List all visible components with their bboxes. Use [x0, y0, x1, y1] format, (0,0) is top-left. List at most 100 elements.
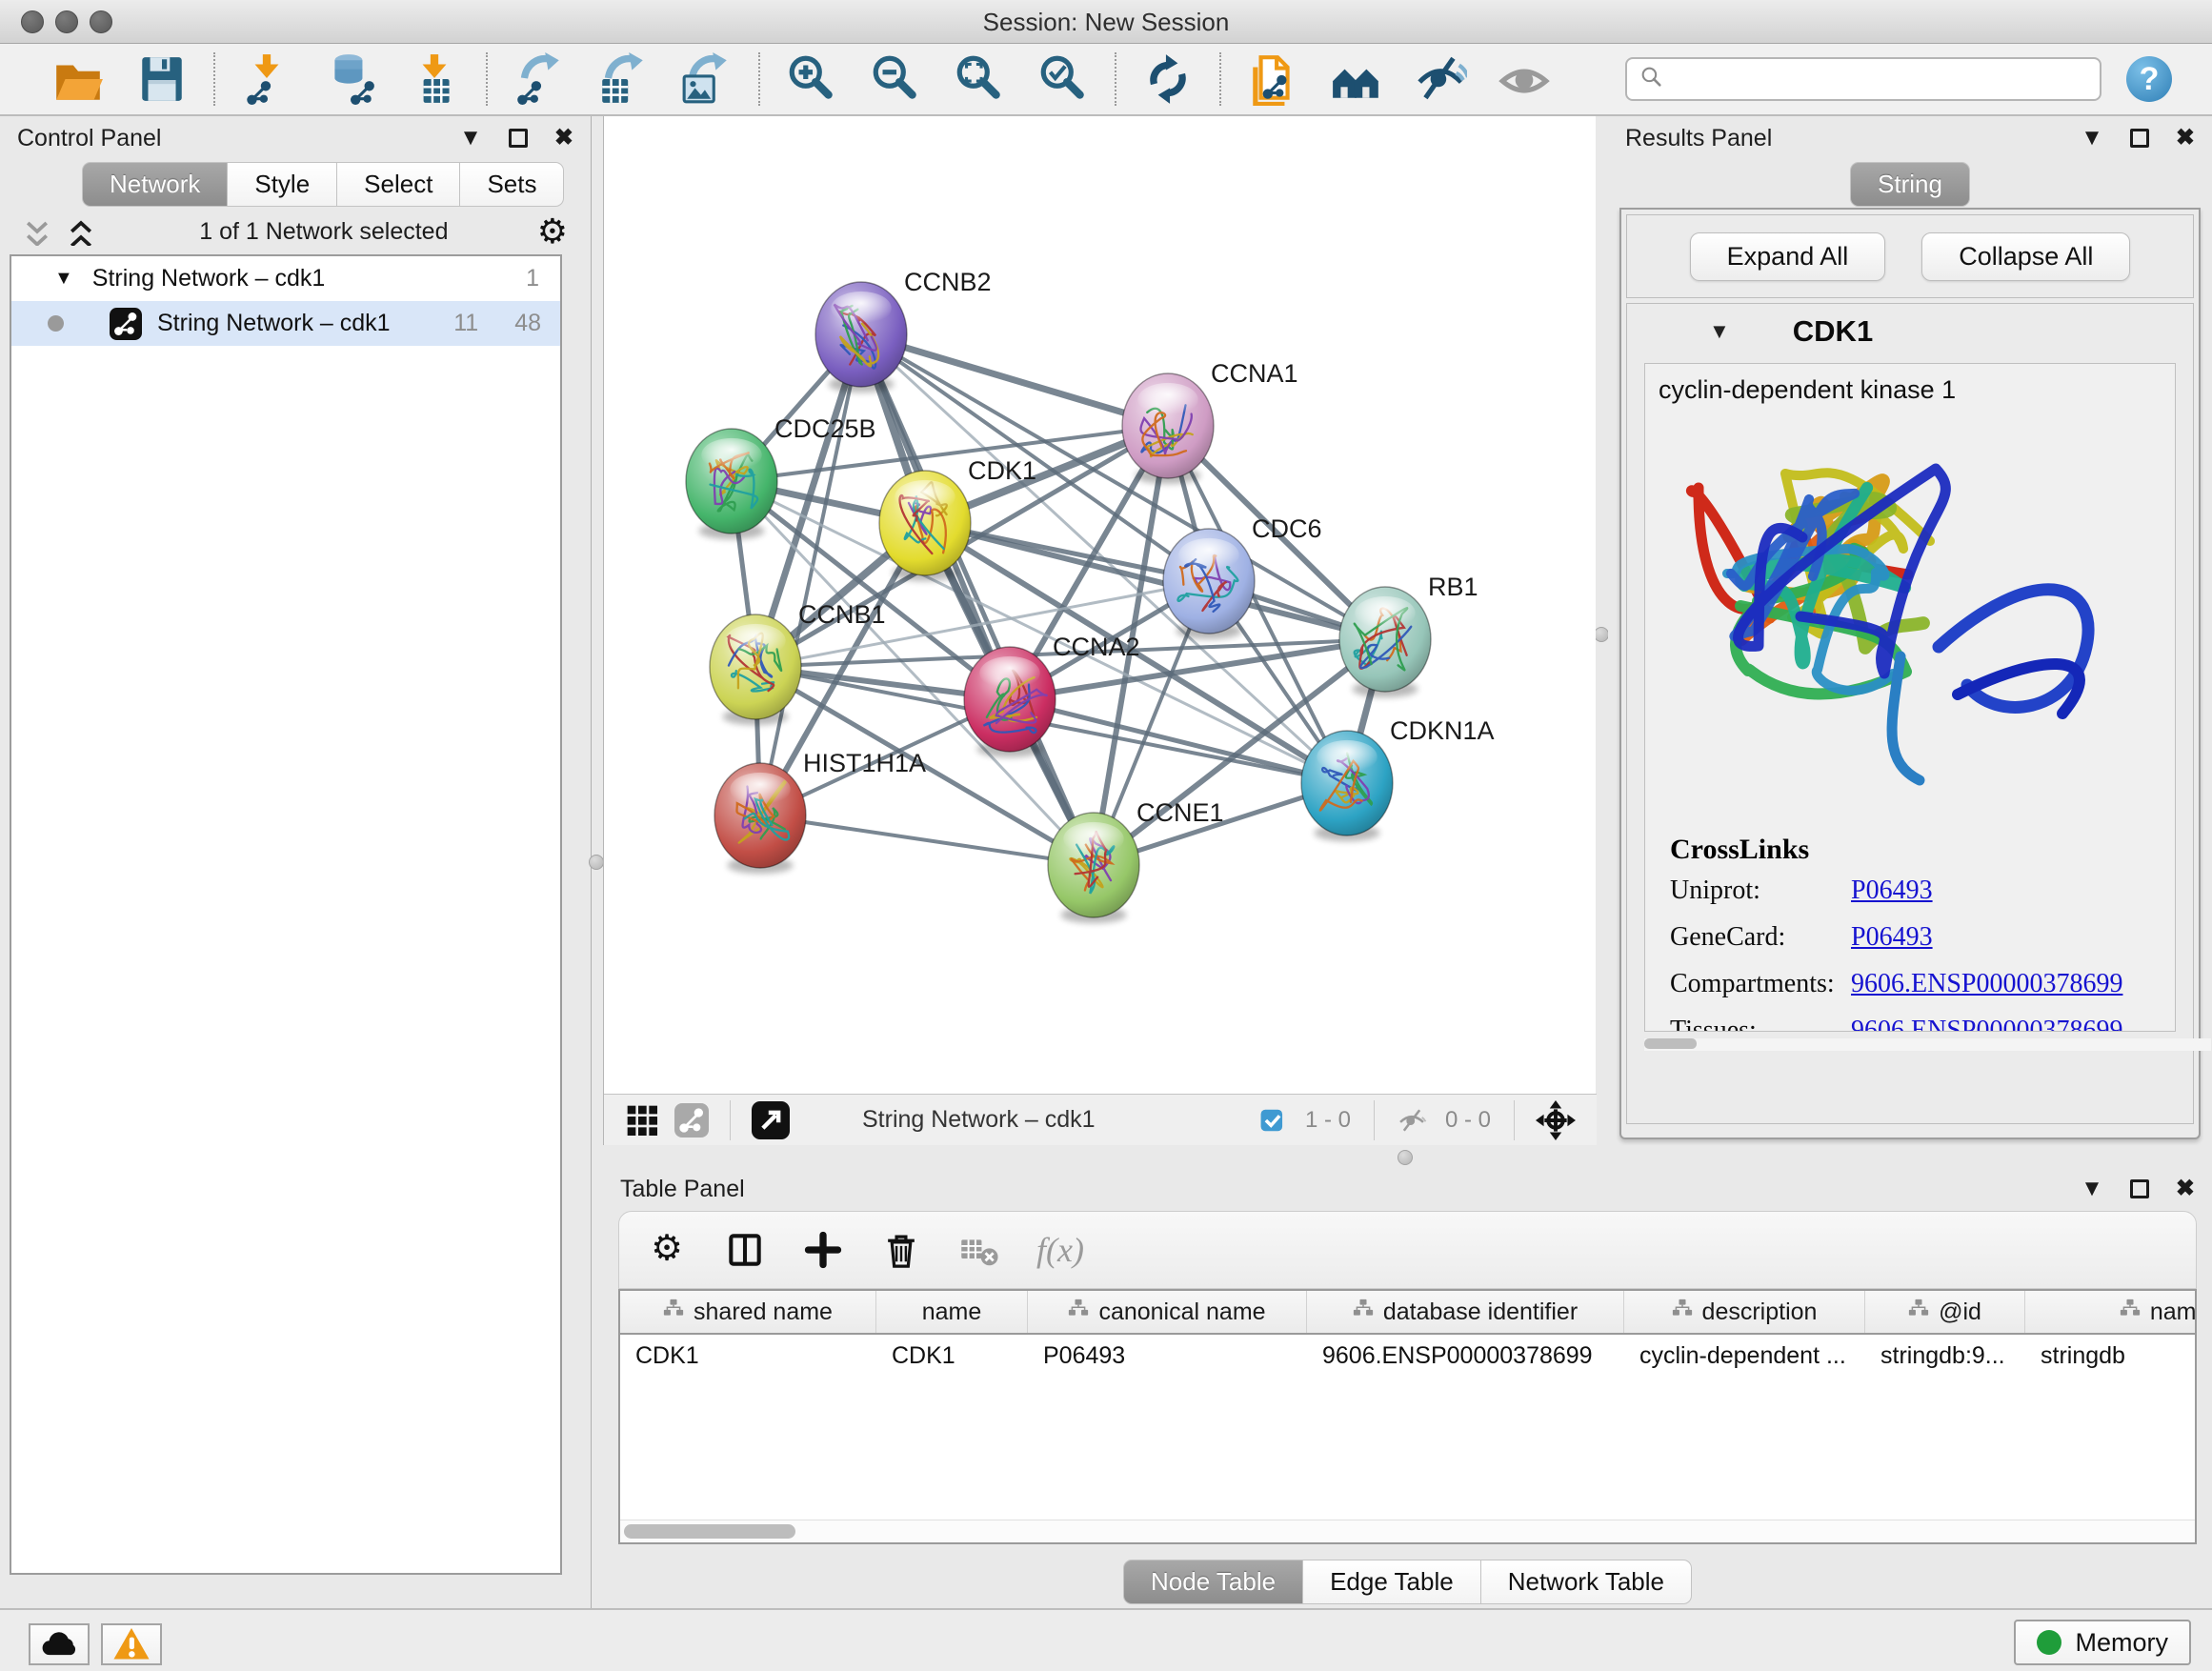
panel-menu-icon[interactable]: ▼ — [459, 127, 482, 150]
tab-node-table[interactable]: Node Table — [1123, 1560, 1303, 1604]
network-collection-row[interactable]: ▼ String Network – cdk1 1 — [11, 256, 560, 301]
export-network-button[interactable] — [497, 49, 581, 110]
help-button[interactable]: ? — [2126, 56, 2172, 102]
table-cell[interactable]: stringdb:9... — [1865, 1335, 2025, 1378]
table-cell[interactable]: cyclin-dependent ... — [1624, 1335, 1865, 1378]
tab-style[interactable]: Style — [228, 162, 337, 207]
left-splitter[interactable] — [592, 116, 603, 1608]
edge-CCNB2-HIST1H1A[interactable] — [760, 334, 861, 815]
node-CDC6[interactable]: CDC6 — [1163, 514, 1322, 639]
panel-menu-icon[interactable]: ▼ — [2081, 1178, 2103, 1200]
network-options-gear-icon[interactable]: ⚙ — [537, 214, 568, 249]
network-canvas[interactable]: CCNB2 CCNA1 CDC25B CDK1 CDC6 RB1 CCNB1 — [604, 116, 1597, 1094]
tab-sets[interactable]: Sets — [460, 162, 564, 207]
export-table-button[interactable] — [581, 49, 665, 110]
table-row[interactable]: CDK1CDK1P064939606.ENSP00000378699cyclin… — [620, 1335, 2195, 1378]
table-cell[interactable]: CDK1 — [876, 1335, 1028, 1378]
column-header-@id[interactable]: @id — [1865, 1291, 2025, 1333]
column-header-namespace[interactable]: namespace — [2025, 1291, 2197, 1333]
group-nodes-button[interactable] — [1315, 49, 1398, 110]
search-input[interactable] — [1673, 65, 2088, 93]
warning-button[interactable] — [101, 1623, 162, 1665]
open-file-button[interactable] — [36, 49, 120, 110]
split-columns-icon[interactable] — [724, 1229, 766, 1271]
column-header-description[interactable]: description — [1624, 1291, 1865, 1333]
panel-close-icon[interactable]: ✖ — [2176, 127, 2195, 150]
detach-view-icon[interactable] — [752, 1101, 790, 1139]
collapse-all-icon[interactable] — [23, 217, 51, 246]
tab-select[interactable]: Select — [337, 162, 460, 207]
node-RB1[interactable]: RB1 — [1339, 573, 1478, 697]
birdseye-view-icon[interactable] — [674, 1103, 709, 1137]
panel-float-icon[interactable] — [509, 129, 528, 148]
tab-string[interactable]: String — [1850, 162, 1970, 207]
table-cell[interactable]: CDK1 — [620, 1335, 876, 1378]
gear-icon[interactable]: ⚙ — [646, 1229, 688, 1271]
tab-network[interactable]: Network — [82, 162, 228, 207]
zoom-selected-icon — [1036, 52, 1090, 106]
node-HIST1H1A[interactable]: HIST1H1A — [714, 749, 926, 874]
trash-icon[interactable] — [880, 1229, 922, 1271]
column-header-database-identifier[interactable]: database identifier — [1307, 1291, 1624, 1333]
export-image-button[interactable] — [665, 49, 749, 110]
column-header-shared-name[interactable]: shared name — [620, 1291, 876, 1333]
edge-CCNB2-CCNA1[interactable] — [861, 334, 1168, 426]
table-cell[interactable]: stringdb — [2025, 1335, 2197, 1378]
expand-all-icon[interactable] — [67, 217, 95, 246]
table-cell[interactable]: P06493 — [1028, 1335, 1307, 1378]
network-label: String Network – cdk1 — [157, 310, 391, 337]
column-header-name[interactable]: name — [876, 1291, 1028, 1333]
column-header-canonical-name[interactable]: canonical name — [1028, 1291, 1307, 1333]
crosslink-link[interactable]: 9606.ENSP00000378699 — [1851, 969, 2122, 999]
save-button[interactable] — [120, 49, 204, 110]
collapse-all-button[interactable]: Collapse All — [1921, 232, 2130, 281]
edge-CCNB2-CCNE1[interactable] — [861, 334, 1094, 865]
control-panel-title: Control Panel — [17, 125, 161, 152]
panel-close-icon[interactable]: ✖ — [2176, 1178, 2195, 1200]
zoom-in-button[interactable] — [770, 49, 854, 110]
node-CDKN1A[interactable]: CDKN1A — [1301, 716, 1495, 841]
network-row[interactable]: String Network – cdk1 11 48 — [11, 301, 560, 346]
crosslink-link[interactable]: 9606.ENSP00000378699 — [1851, 1016, 2122, 1032]
table-cell[interactable]: 9606.ENSP00000378699 — [1307, 1335, 1624, 1378]
edge-HIST1H1A-CCNE1[interactable] — [760, 815, 1094, 865]
fit-selected-crosshair-icon[interactable] — [1536, 1100, 1576, 1140]
right-splitter[interactable] — [1596, 116, 1608, 1148]
expand-all-button[interactable]: Expand All — [1690, 232, 1886, 281]
node-CCNE1[interactable]: CCNE1 — [1048, 798, 1224, 923]
crosslink-link[interactable]: P06493 — [1851, 922, 1933, 953]
import-network-button[interactable] — [225, 49, 309, 110]
import-table-button[interactable] — [392, 49, 476, 110]
panel-float-icon[interactable] — [2130, 129, 2149, 148]
memory-button[interactable]: Memory — [2014, 1620, 2191, 1665]
apply-layout-button[interactable] — [1126, 49, 1210, 110]
crosslink-link[interactable]: P06493 — [1851, 876, 1933, 906]
collection-expander-icon[interactable]: ▼ — [54, 268, 73, 290]
bottom-splitter[interactable] — [603, 1148, 2212, 1167]
zoom-out-button[interactable] — [854, 49, 937, 110]
protein-structure-image — [1653, 409, 2167, 828]
hide-selected-button[interactable] — [1398, 49, 1482, 110]
tab-edge-table[interactable]: Edge Table — [1303, 1560, 1481, 1604]
results-hscrollbar[interactable] — [1644, 1038, 2211, 1051]
panel-close-icon[interactable]: ✖ — [554, 127, 573, 150]
clone-network-button[interactable] — [1231, 49, 1315, 110]
cloud-button[interactable] — [29, 1623, 90, 1665]
add-icon[interactable] — [802, 1229, 844, 1271]
panel-float-icon[interactable] — [2130, 1179, 2149, 1198]
import-database-button[interactable] — [309, 49, 392, 110]
zoom-selected-button[interactable] — [1021, 49, 1105, 110]
tab-network-table[interactable]: Network Table — [1481, 1560, 1692, 1604]
delete-table-icon — [958, 1229, 1000, 1271]
panel-menu-icon[interactable]: ▼ — [2081, 127, 2103, 150]
string-app-icon — [110, 308, 142, 340]
section-expander-icon[interactable]: ▼ — [1709, 319, 1730, 344]
table-hscrollbar[interactable] — [620, 1520, 2195, 1542]
search-box[interactable] — [1625, 57, 2101, 101]
export-network-icon — [513, 52, 566, 106]
zoom-fit-button[interactable] — [937, 49, 1021, 110]
grid-view-icon[interactable] — [625, 1103, 659, 1137]
section-title: CDK1 — [1793, 314, 1873, 349]
selected-checkbox-icon[interactable] — [1257, 1105, 1288, 1136]
show-all-button[interactable] — [1482, 49, 1566, 110]
